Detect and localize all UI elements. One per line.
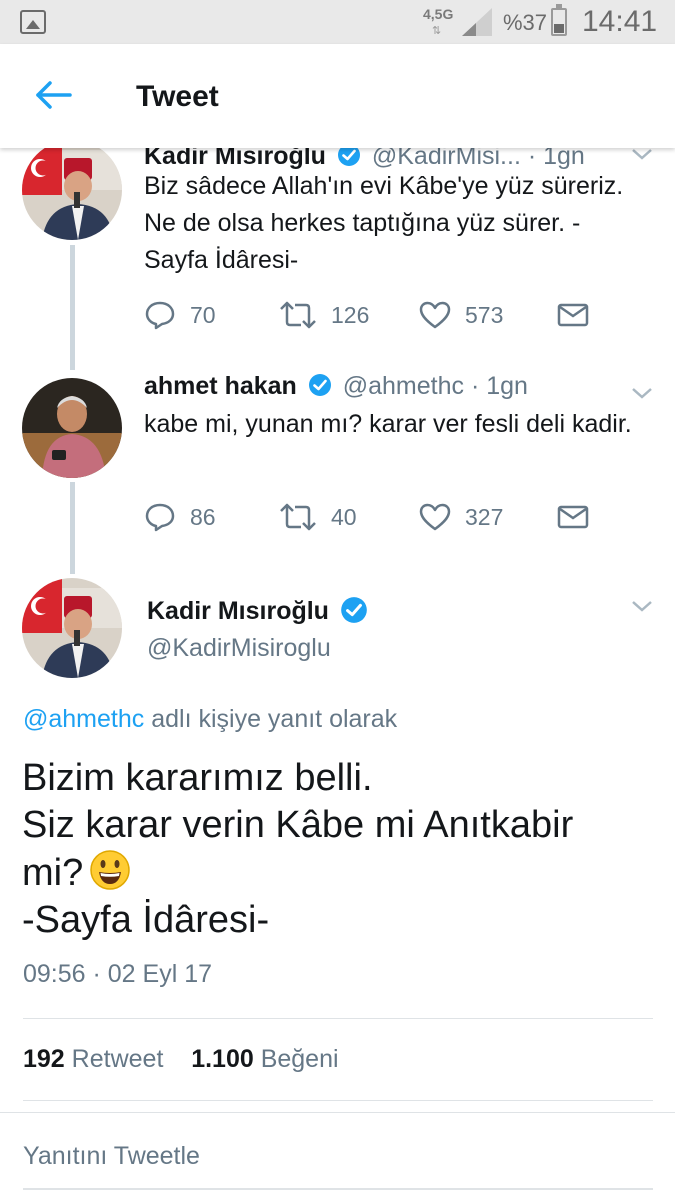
signal-icon bbox=[462, 8, 492, 36]
reply-button[interactable]: 70 bbox=[144, 298, 216, 332]
battery-percent: %37 bbox=[503, 10, 548, 35]
tweet-line: Bizim kararımız belli. bbox=[22, 757, 373, 799]
reply-to-link[interactable]: @ahmethc bbox=[23, 705, 144, 733]
avatar[interactable] bbox=[22, 578, 122, 678]
heart-icon bbox=[419, 301, 451, 329]
retweet-button[interactable]: 40 bbox=[279, 500, 357, 534]
reply-count: 70 bbox=[190, 301, 216, 328]
avatar[interactable] bbox=[22, 140, 122, 240]
message-button[interactable] bbox=[557, 298, 603, 332]
retweet-label: Retweet bbox=[71, 1045, 164, 1073]
envelope-icon bbox=[557, 505, 589, 529]
reply-button[interactable]: 86 bbox=[144, 500, 216, 534]
chevron-down-icon[interactable] bbox=[630, 385, 654, 401]
retweet-icon bbox=[280, 503, 316, 531]
tweet-line: mi? bbox=[22, 852, 84, 894]
main-tweet-text: Bizim kararımız belli. Siz karar verin K… bbox=[22, 755, 652, 944]
avatar[interactable] bbox=[22, 378, 122, 478]
tweet-line: Siz karar verin Kâbe mi Anıtkabir bbox=[22, 804, 574, 846]
tweet-text: Biz sâdece Allah'ın evi Kâbe'ye yüz süre… bbox=[144, 172, 624, 274]
author-handle[interactable]: @KadirMisiroglu bbox=[147, 634, 331, 663]
gallery-notification-icon bbox=[20, 10, 46, 34]
thread-line bbox=[70, 482, 75, 574]
avatar-image bbox=[22, 140, 122, 240]
network-type: 4,5G bbox=[423, 6, 454, 22]
replying-to: @ahmethc adlı kişiye yanıt olarak bbox=[23, 705, 397, 734]
like-label: Beğeni bbox=[260, 1045, 339, 1073]
tweet-timestamp: 09:56 · 02 Eyl 17 bbox=[23, 960, 213, 988]
chevron-down-icon[interactable] bbox=[630, 146, 654, 162]
status-bar: 4,5G ⇅ %37 14:41 bbox=[0, 0, 675, 44]
reply-icon bbox=[145, 503, 175, 532]
app-header: Tweet bbox=[0, 44, 675, 148]
retweet-count: 40 bbox=[331, 503, 357, 530]
verified-badge-icon bbox=[308, 374, 331, 396]
author-name[interactable]: ahmet hakan bbox=[144, 372, 297, 400]
verified-badge-icon bbox=[341, 597, 367, 623]
like-count: 573 bbox=[465, 301, 504, 328]
chevron-down-icon[interactable] bbox=[630, 598, 654, 614]
data-arrows-icon: ⇅ bbox=[432, 25, 442, 37]
tweet-time: · 1gn bbox=[470, 372, 528, 400]
retweet-icon bbox=[280, 301, 316, 329]
avatar-image bbox=[22, 378, 122, 478]
tweet-actions: 70 126 573 bbox=[144, 298, 614, 332]
page-title: Tweet bbox=[136, 80, 219, 113]
grinning-face-emoji-icon bbox=[90, 850, 130, 890]
tweet-line-with-emoji: mi? bbox=[22, 849, 652, 897]
like-count: 327 bbox=[465, 503, 504, 530]
retweet-count: 126 bbox=[331, 301, 370, 328]
section-divider bbox=[0, 1112, 675, 1113]
back-arrow-icon[interactable] bbox=[34, 80, 74, 110]
heart-icon bbox=[419, 503, 451, 531]
retweet-button[interactable]: 126 bbox=[279, 298, 369, 332]
envelope-icon bbox=[557, 303, 589, 327]
battery-icon bbox=[551, 4, 567, 36]
clock: 14:41 bbox=[582, 5, 658, 38]
tweet-stats: 192 Retweet 1.100 Beğeni bbox=[23, 1045, 339, 1074]
divider bbox=[23, 1100, 653, 1101]
retweets-stat[interactable]: 192 Retweet bbox=[23, 1045, 163, 1073]
message-button[interactable] bbox=[557, 500, 603, 534]
divider bbox=[23, 1018, 653, 1019]
thread-line bbox=[70, 245, 75, 370]
like-button[interactable]: 327 bbox=[419, 500, 503, 534]
tweet-header: ahmet hakan @ahmethc · 1gn bbox=[144, 372, 528, 401]
author-handle[interactable]: @ahmethc bbox=[343, 372, 464, 400]
author-name[interactable]: Kadir Mısıroğlu bbox=[147, 597, 329, 625]
reply-icon bbox=[145, 301, 175, 330]
reply-to-suffix: adlı kişiye yanıt olarak bbox=[151, 705, 398, 733]
reply-count: 86 bbox=[190, 503, 216, 530]
tweet-line: -Sayfa İdâresi- bbox=[22, 899, 270, 941]
tweet-text: kabe mi, yunan mı? karar ver fesli deli … bbox=[144, 410, 632, 438]
reply-input[interactable]: Yanıtını Tweetle bbox=[23, 1142, 200, 1171]
tweet-actions: 86 40 327 bbox=[144, 500, 614, 534]
retweet-total: 192 bbox=[23, 1045, 65, 1073]
likes-stat[interactable]: 1.100 Beğeni bbox=[191, 1045, 338, 1073]
avatar-image bbox=[22, 578, 122, 678]
like-total: 1.100 bbox=[191, 1045, 254, 1073]
like-button[interactable]: 573 bbox=[419, 298, 503, 332]
reply-input-underline bbox=[23, 1188, 653, 1190]
author-name-row: Kadir Mısıroğlu bbox=[147, 596, 372, 626]
